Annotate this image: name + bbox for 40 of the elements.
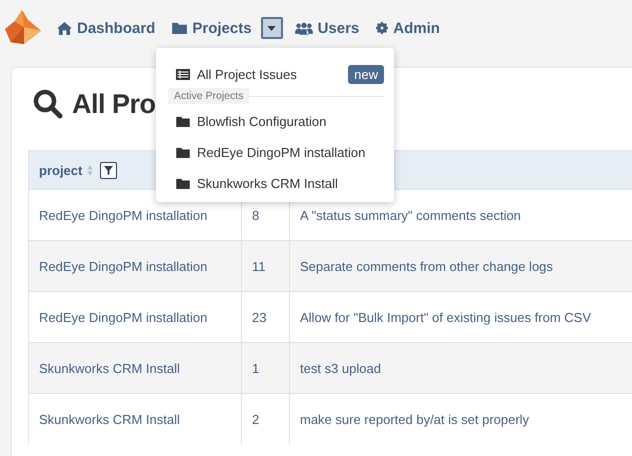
settings-icon bbox=[376, 22, 388, 34]
folder-icon bbox=[176, 116, 190, 127]
folder-icon bbox=[176, 147, 190, 158]
nav-link[interactable]: Projects bbox=[172, 20, 252, 36]
search-icon bbox=[33, 89, 63, 119]
table-cell: make sure reported by/at is set properly bbox=[300, 412, 530, 426]
nav-link[interactable]: Admin bbox=[376, 20, 440, 36]
table-cell: RedEye DingoPM installation bbox=[39, 208, 208, 222]
table-cell: 23 bbox=[252, 310, 266, 324]
menu-item[interactable]: Blowfish Configuration bbox=[156, 106, 394, 137]
caret-icon bbox=[267, 26, 276, 30]
table-cell: test s3 upload bbox=[300, 360, 381, 376]
filter-icon bbox=[104, 166, 114, 174]
table-cell: A "status summary" comments section bbox=[300, 208, 521, 222]
menu-item[interactable]: Skunkworks CRM Install bbox=[156, 168, 394, 199]
filter-button[interactable] bbox=[100, 162, 118, 178]
new-badge: new bbox=[348, 64, 384, 84]
page-heading: All Pro bbox=[72, 88, 156, 120]
table-cell: Allow for "Bulk Import" of existing issues from CSV bbox=[300, 310, 591, 324]
home-icon bbox=[57, 22, 72, 34]
table-cell: 11 bbox=[252, 258, 266, 274]
table-cell: Skunkworks CRM Install bbox=[39, 360, 180, 376]
section-header: Active Projects bbox=[168, 88, 250, 104]
column-header[interactable]: project bbox=[39, 162, 82, 178]
table-cell: 2 bbox=[252, 412, 260, 426]
menu-item[interactable]: RedEye DingoPM installation bbox=[156, 137, 394, 168]
folder-icon bbox=[172, 22, 188, 34]
dropdown-toggle[interactable] bbox=[260, 17, 283, 39]
nav-link[interactable]: Users bbox=[294, 20, 360, 36]
menu-item[interactable]: All Project Issues new bbox=[156, 60, 394, 88]
table-cell: 1 bbox=[252, 360, 260, 376]
list-icon bbox=[176, 68, 190, 80]
users-icon bbox=[294, 22, 313, 34]
table-cell: Separate comments from other change logs bbox=[300, 258, 553, 274]
table-cell: Skunkworks CRM Install bbox=[39, 412, 180, 426]
fox-logo-icon[interactable] bbox=[5, 10, 43, 46]
table-cell: 8 bbox=[252, 208, 260, 222]
table-cell: RedEye DingoPM installation bbox=[39, 310, 208, 324]
table-cell: RedEye DingoPM installation bbox=[39, 258, 208, 274]
nav-link[interactable]: Dashboard bbox=[57, 20, 156, 36]
